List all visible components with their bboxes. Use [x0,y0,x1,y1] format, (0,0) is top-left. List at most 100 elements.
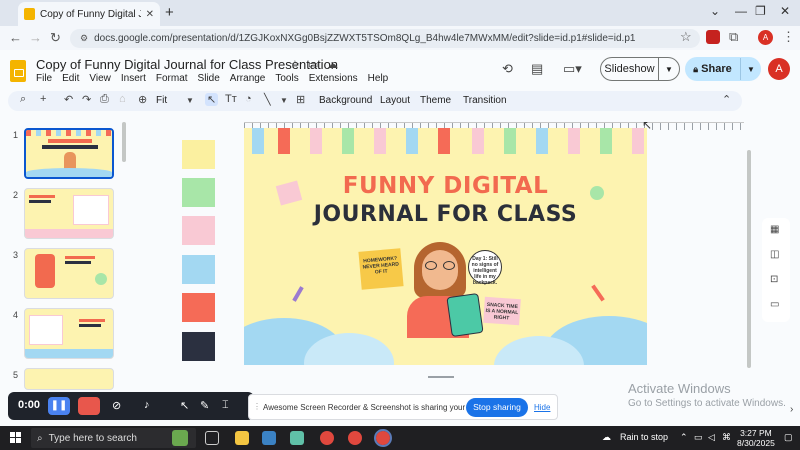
file-explorer-icon[interactable] [235,431,249,445]
pen-tool-icon[interactable]: ✎ [200,399,209,412]
menu-view[interactable]: View [89,73,111,84]
menu-extensions[interactable]: Extensions [309,73,358,84]
share-dropdown-icon[interactable]: ▼ [741,65,761,74]
color-swatch[interactable] [182,255,215,284]
version-history-icon[interactable]: ⟲ [502,61,513,77]
bookmark-star-icon[interactable]: ☆ [680,29,692,45]
tray-chevron-icon[interactable]: ⌃ [680,432,688,443]
notes-app-icon[interactable] [290,431,304,445]
theme-button[interactable]: Theme [420,95,451,106]
menu-format[interactable]: Format [156,73,188,84]
drag-handle-icon[interactable]: ⋮ [253,402,261,411]
print-icon[interactable]: ⎙ [100,93,109,106]
slideshow-dropdown-icon[interactable]: ▼ [659,65,679,74]
text-box-icon[interactable]: Tт [225,93,237,105]
stop-recording-icon[interactable] [78,397,100,415]
tab-search-icon[interactable]: ⌄ [710,4,720,18]
zoom-select[interactable]: Fit [156,95,167,106]
menu-insert[interactable]: Insert [121,73,146,84]
folder-icon[interactable]: ▭ [770,299,779,310]
hide-link[interactable]: Hide [534,403,550,412]
star-icon[interactable]: ☆ [290,58,300,71]
line-dropdown-icon[interactable]: ▼ [280,96,288,105]
select-tool-icon[interactable]: ↖ [205,93,219,106]
menu-file[interactable]: File [36,73,52,84]
notifications-icon[interactable]: ▢ [784,432,793,443]
insert-comment-icon[interactable]: ⊞ [296,93,305,106]
zoom-icon[interactable]: ⊕ [138,93,147,106]
taskbar-clock[interactable]: 3:27 PM 8/30/2025 [737,428,775,448]
volume-icon[interactable]: ◁ [708,432,715,443]
undo-icon[interactable]: ↶ [64,93,73,106]
image-icon[interactable]: ◔ [245,93,252,105]
transition-button[interactable]: Transition [463,95,507,106]
canvas-scrollbar[interactable] [747,150,751,368]
forward-icon[interactable]: → [29,30,42,45]
tasks-icon[interactable]: ⊡ [770,274,778,285]
omnibox[interactable]: ⚙ docs.google.com/presentation/d/1ZGJKox… [70,29,700,48]
cursor-tool-icon[interactable]: ↖ [180,399,189,412]
new-slide-icon[interactable]: + [40,93,46,105]
cloud-saved-icon[interactable]: ☁ [327,58,338,71]
chrome-icon[interactable] [320,431,334,445]
taskbar-search-box[interactable]: ⌕ Type here to search [31,428,196,448]
color-swatch[interactable] [182,178,215,207]
zoom-dropdown-icon[interactable]: ▼ [186,96,194,105]
extensions-puzzle-icon[interactable]: ⧉ [729,29,738,45]
camera-off-icon[interactable]: ⊘ [112,399,121,412]
windows-start-icon[interactable] [10,432,21,443]
slides-logo-icon[interactable] [10,60,26,82]
language-icon[interactable]: ⌘ [722,432,731,443]
color-swatch[interactable] [182,293,215,322]
menu-slide[interactable]: Slide [198,73,220,84]
slide-thumbnail-2[interactable] [24,188,114,239]
search-menus-icon[interactable]: ⌕ [20,93,26,106]
slide-thumbnail-4[interactable] [24,308,114,359]
media-player-icon[interactable] [262,431,276,445]
slide-thumbnail-1[interactable] [24,128,114,179]
weather-icon[interactable]: ☁ [602,432,611,443]
color-swatch[interactable] [182,332,215,361]
maximize-button[interactable]: ❐ [755,4,766,18]
weather-text[interactable]: Rain to stop [620,432,668,442]
profile-avatar-icon[interactable]: A [758,30,773,45]
paint-format-icon[interactable]: ⌂ [119,93,126,105]
close-window-button[interactable]: ✕ [780,4,790,18]
new-tab-button[interactable]: + [165,4,174,21]
browser-menu-icon[interactable]: ⋮ [782,29,795,45]
stop-sharing-button[interactable]: Stop sharing [466,398,528,417]
back-icon[interactable]: ← [9,30,22,45]
menu-tools[interactable]: Tools [275,73,298,84]
task-view-icon[interactable] [205,431,219,445]
account-avatar[interactable]: A [768,58,790,80]
color-swatch[interactable] [182,216,215,245]
mic-off-icon[interactable]: ♪ [144,399,150,411]
network-icon[interactable]: ▭ [694,432,703,443]
pause-icon[interactable]: ❚❚ [48,397,70,415]
recorder-extension-icon[interactable] [706,30,720,44]
filmstrip-scrollbar[interactable] [122,122,126,162]
menu-help[interactable]: Help [368,73,389,84]
slide-thumbnail-5[interactable] [24,368,114,390]
redo-icon[interactable]: ↷ [82,93,91,106]
menu-edit[interactable]: Edit [62,73,79,84]
side-panel-toggle-icon[interactable]: › [790,404,793,415]
browser-tab[interactable]: Copy of Funny Digital Journal for Class … [18,2,160,26]
slide-1[interactable]: FUNNY DIGITAL JOURNAL FOR CLASS HOMEWORK… [244,128,647,365]
share-button[interactable]: 🔒︎ Share [685,58,741,80]
slideshow-button[interactable]: Slideshow [601,58,659,80]
color-swatch[interactable] [182,140,215,169]
keep-icon[interactable]: ◫ [770,249,779,260]
line-icon[interactable]: ╲ [264,93,271,106]
move-folder-icon[interactable]: ▭ [308,58,318,71]
chrome-active-icon[interactable] [374,429,392,447]
site-info-icon[interactable]: ⚙ [80,33,88,44]
url-text[interactable]: docs.google.com/presentation/d/1ZGJKoxNX… [94,33,635,44]
highlighter-icon[interactable]: ⌶ [222,399,229,412]
minimize-button[interactable]: — [735,4,747,18]
layout-button[interactable]: Layout [380,95,410,106]
reload-icon[interactable]: ↻ [50,30,61,46]
speaker-notes-handle[interactable] [428,376,454,378]
slide-thumbnail-3[interactable] [24,248,114,299]
background-button[interactable]: Background [319,95,372,106]
